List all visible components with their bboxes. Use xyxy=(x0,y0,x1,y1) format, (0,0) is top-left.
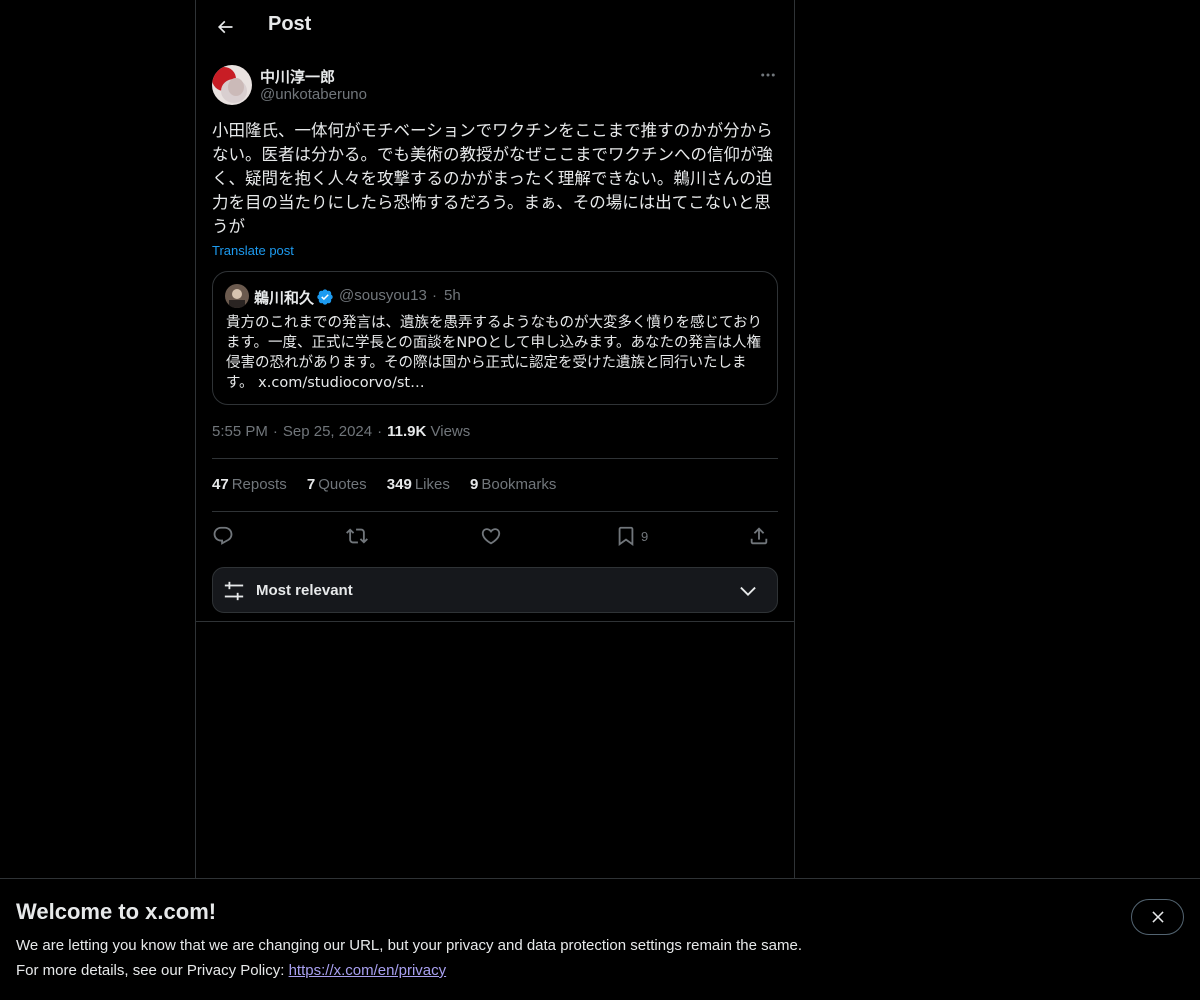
likes-count: 349 xyxy=(386,476,412,493)
quotes-label: Quotes xyxy=(318,476,367,493)
quoted-post[interactable]: 鵜川和久 @sousyou13 · 5h 貴方のこれまでの発言は、遺族を愚弄する… xyxy=(212,271,778,405)
page-title: Post xyxy=(268,13,312,35)
close-icon xyxy=(1151,911,1164,923)
post-metadata: 5:55 PM · Sep 25, 2024 · 11.9K Views xyxy=(212,423,471,440)
likes-stat[interactable]: 349 Likes xyxy=(387,476,450,493)
quote-avatar xyxy=(225,284,249,308)
divider xyxy=(212,511,778,512)
sort-label: Most relevant xyxy=(256,582,353,599)
quotes-count: 7 xyxy=(306,476,316,493)
quote-text: 貴方のこれまでの発言は、遺族を愚弄するようなものが大変多く憤りを感じております。… xyxy=(226,315,763,391)
author-handle[interactable]: @unkotaberuno xyxy=(260,86,367,103)
translate-post-link[interactable]: Translate post xyxy=(212,243,294,258)
header: Post xyxy=(196,0,794,53)
privacy-policy-link[interactable]: https://x.com/en/privacy xyxy=(289,962,447,979)
bookmarks-count: 9 xyxy=(470,476,479,493)
bookmark-icon xyxy=(618,526,634,547)
bookmark-count: 9 xyxy=(641,528,649,544)
bookmarks-stat[interactable]: 9 Bookmarks xyxy=(470,476,556,493)
reposts-count: 47 xyxy=(212,476,229,493)
share-button[interactable] xyxy=(748,520,770,552)
welcome-banner: Welcome to x.com! We are letting you kno… xyxy=(0,878,1200,1000)
divider xyxy=(212,458,778,459)
author-name[interactable]: 中川淳一郎 xyxy=(260,66,335,87)
avatar-image xyxy=(212,65,252,105)
like-icon xyxy=(481,528,501,545)
likes-label: Likes xyxy=(414,476,450,493)
sliders-icon xyxy=(224,581,244,601)
repost-icon xyxy=(346,528,368,544)
avatar[interactable] xyxy=(212,65,252,105)
like-button[interactable] xyxy=(480,520,502,552)
close-banner-button[interactable] xyxy=(1131,899,1184,935)
post-author: 中川淳一郎 @unkotaberuno xyxy=(212,64,780,106)
bookmark-button[interactable]: 9 xyxy=(615,520,648,552)
more-icon xyxy=(761,73,775,77)
quote-author-handle: @sousyou13 xyxy=(339,287,427,304)
action-bar: 9 xyxy=(212,520,778,552)
quotes-stat[interactable]: 7 Quotes xyxy=(307,476,367,493)
more-options-button[interactable] xyxy=(756,64,780,86)
post-text: 小田隆氏、一体何がモチベーションでワクチンをここまで推すのかが分からない。医者は… xyxy=(212,121,773,236)
quote-time: 5h xyxy=(444,287,461,304)
back-button[interactable] xyxy=(208,10,242,44)
banner-message: We are letting you know that we are chan… xyxy=(16,937,802,954)
banner-privacy-line: For more details, see our Privacy Policy… xyxy=(16,962,446,979)
separator: · xyxy=(432,287,437,304)
arrow-left-icon xyxy=(217,20,233,34)
post-column: Post 中川淳一郎 @unkotaberuno 小田隆氏、一体何がモチベーショ… xyxy=(195,0,795,878)
reply-button[interactable] xyxy=(212,520,234,552)
post-time[interactable]: 5:55 PM xyxy=(212,423,268,440)
post-date[interactable]: Sep 25, 2024 xyxy=(283,423,372,440)
chevron-down-icon xyxy=(740,586,756,596)
reply-icon xyxy=(213,526,233,545)
bookmarks-label: Bookmarks xyxy=(481,476,557,493)
reposts-stat[interactable]: 47 Reposts xyxy=(212,476,287,493)
verified-badge-icon xyxy=(317,289,333,305)
divider xyxy=(196,621,794,622)
banner-privacy-prefix: For more details, see our Privacy Policy… xyxy=(16,962,289,979)
views-label: Views xyxy=(430,423,471,440)
engagement-stats: 47 Reposts 7 Quotes 349 Likes 9 Bookmarks xyxy=(212,476,572,493)
reply-sort-dropdown[interactable]: Most relevant xyxy=(212,567,778,613)
banner-title: Welcome to x.com! xyxy=(16,899,217,924)
share-icon xyxy=(750,527,768,545)
views-count: 11.9K xyxy=(387,423,427,440)
quote-author-name: 鵜川和久 xyxy=(254,290,315,307)
repost-button[interactable] xyxy=(346,520,368,552)
reposts-label: Reposts xyxy=(231,476,287,493)
